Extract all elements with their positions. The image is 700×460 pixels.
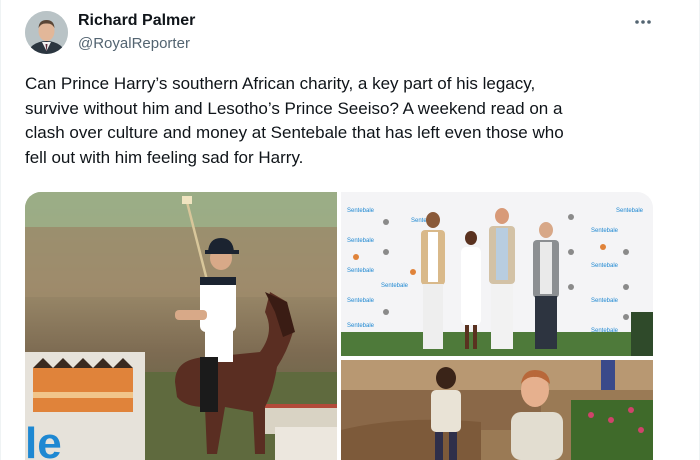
svg-text:Sentebale: Sentebale xyxy=(347,323,375,329)
svg-text:Sentebale: Sentebale xyxy=(616,208,644,214)
svg-text:Sentebale: Sentebale xyxy=(591,298,619,304)
svg-text:Sentebale: Sentebale xyxy=(347,268,375,274)
avatar[interactable] xyxy=(25,11,68,54)
tweet-card: Richard Palmer @RoyalReporter Can Prince… xyxy=(0,0,700,460)
svg-text:Sentebale: Sentebale xyxy=(591,228,619,234)
svg-text:Sentebale: Sentebale xyxy=(591,263,619,269)
author-handle[interactable]: @RoyalReporter xyxy=(78,35,190,52)
media-grid: le Sentebale Sentebale Sentebale Senteba… xyxy=(25,192,653,460)
svg-text:Sentebale: Sentebale xyxy=(347,298,375,304)
banner-letters: le xyxy=(25,419,62,460)
more-dots-icon[interactable] xyxy=(629,8,657,36)
svg-text:Sentebale: Sentebale xyxy=(381,283,409,289)
polo-photo[interactable]: le xyxy=(25,192,337,460)
svg-text:Sentebale: Sentebale xyxy=(347,208,375,214)
svg-text:Sentebale: Sentebale xyxy=(347,238,375,244)
harry-child-photo[interactable] xyxy=(341,360,653,460)
author-name[interactable]: Richard Palmer xyxy=(78,12,195,30)
group-photo[interactable]: Sentebale Sentebale Sentebale Sentebale Se… xyxy=(341,192,653,356)
tweet-text: Can Prince Harry’s southern African char… xyxy=(25,74,564,167)
